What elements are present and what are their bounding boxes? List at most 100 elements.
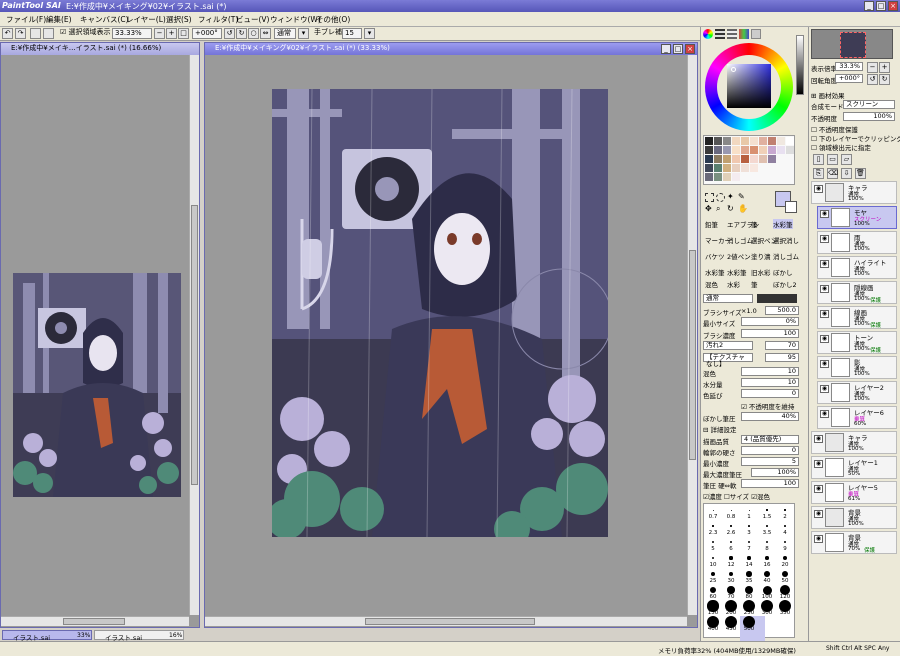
pressure-density-label[interactable]: 濃度 (709, 493, 722, 501)
palette-icon[interactable] (739, 29, 749, 39)
tab-illust-16[interactable]: イラスト.sai 16% (94, 630, 184, 642)
new-folder-icon[interactable]: ▱ (841, 154, 852, 165)
selection-display-toggle[interactable]: ☑ 選択領域表示 (58, 28, 113, 39)
layer-row[interactable]: ◉ モヤ スクリーン 100% (817, 206, 897, 229)
left-horizontal-scrollbar[interactable] (1, 616, 189, 626)
zoom-field[interactable]: 33.33% (112, 28, 152, 39)
menu-other[interactable]: その他(O) (316, 14, 350, 25)
effects-toggle[interactable]: ⊞ 画材効果 (811, 90, 845, 100)
source-checkbox[interactable]: ☐ 領域検出元に指定 (811, 142, 871, 152)
rect-select-icon[interactable] (705, 193, 714, 202)
detail-settings-toggle[interactable]: ⊟ 詳細設定 (703, 424, 737, 434)
layer-row[interactable]: ◉ キャラ 通常 100% (811, 181, 897, 204)
zoom-out-icon[interactable]: − (154, 28, 165, 39)
layer-row[interactable]: ◉ レイヤー1 通常 50% (811, 456, 897, 479)
texture-value[interactable]: 95 (765, 353, 799, 362)
visibility-eye-icon[interactable]: ◉ (814, 460, 823, 468)
tool-binary-pen[interactable]: 2値ペン (727, 251, 751, 261)
nav-angle-value[interactable]: +000° (835, 74, 863, 83)
undo-icon[interactable]: ↶ (2, 28, 13, 39)
menu-canvas[interactable]: キャンバス(C) (80, 14, 129, 25)
zoom-tool-icon[interactable]: ⌕ (716, 205, 725, 214)
density-value[interactable]: 100 (741, 329, 799, 338)
visibility-eye-icon[interactable]: ◉ (814, 485, 823, 493)
brush-blend-select[interactable]: 通常 (703, 294, 753, 303)
layer-row[interactable]: ◉ 影通常 100% (817, 356, 897, 379)
layer-row[interactable]: ◉ ハイライト 通常 100% (817, 256, 897, 279)
brush-size-value[interactable]: 500.0 (765, 306, 799, 315)
navigator-viewport[interactable] (840, 32, 866, 58)
visibility-eye-icon[interactable]: ◉ (820, 285, 829, 293)
visibility-eye-icon[interactable]: ◉ (820, 235, 829, 243)
tool-brush[interactable]: 筆 (751, 219, 758, 229)
blend-dropdown-icon[interactable]: ▾ (298, 28, 309, 39)
menu-filter[interactable]: フィルタ(T) (198, 14, 238, 25)
flip-icon[interactable]: ⇔ (260, 28, 271, 39)
lasso-icon[interactable] (716, 193, 725, 202)
layer-row[interactable]: ◉ 隠線画 通常 100% 保護 (817, 281, 897, 304)
nav-rotate-right-icon[interactable]: ↻ (879, 74, 890, 85)
layer-row[interactable]: ◉ トーン 通常 100% 保護 (817, 331, 897, 354)
visibility-eye-icon[interactable]: ◉ (820, 260, 829, 268)
rotate-right-icon[interactable]: ↻ (236, 28, 247, 39)
tool-water[interactable]: 水彩 (727, 279, 740, 289)
invert-select-icon[interactable] (43, 28, 54, 39)
tool-watercolor-2[interactable]: 水彩筆 (705, 267, 725, 277)
tool-eraser-2[interactable]: 消しゴム (773, 251, 799, 261)
delete-layer-icon[interactable]: 🗑 (855, 168, 866, 179)
brush-size-mult[interactable]: ×1.0 (741, 307, 757, 315)
stabilizer-select[interactable]: 15 (342, 28, 362, 39)
menu-window[interactable]: ウィンドウ(W) (270, 14, 321, 25)
right-vscroll-thumb[interactable] (689, 250, 696, 460)
canvas-maximize-button[interactable]: □ (673, 44, 683, 54)
nav-rotate-left-icon[interactable]: ↺ (867, 74, 878, 85)
tool-select-eraser[interactable]: 選択消し (773, 235, 799, 245)
right-hscroll-thumb[interactable] (365, 618, 535, 625)
nav-zoom-out-icon[interactable]: − (867, 62, 878, 73)
redo-icon[interactable]: ↷ (15, 28, 26, 39)
tool-brush-2[interactable]: 筆 (751, 279, 758, 289)
merge-layer-icon[interactable]: ⇩ (841, 168, 852, 179)
layer-row[interactable]: ◉ 線画 通常 100% 保護 (817, 306, 897, 329)
minimize-button[interactable]: _ (864, 1, 874, 11)
value-slider[interactable] (796, 35, 804, 95)
blend-select[interactable]: 通常 (274, 28, 296, 39)
menu-select[interactable]: 選択(S) (166, 14, 192, 25)
layer-mode-select[interactable]: スクリーン (843, 100, 895, 109)
layer-row[interactable]: ◉ 背景 通常 70% 保護 (811, 531, 897, 554)
visibility-eye-icon[interactable]: ◉ (820, 385, 829, 393)
rotation-field[interactable]: +000° (192, 28, 222, 39)
layer-row[interactable]: ◉ 背景 通常 100% (811, 506, 897, 529)
pressure-mix-label[interactable]: 混色 (757, 493, 770, 501)
left-vscroll-thumb[interactable] (191, 205, 198, 485)
swatch-icon[interactable] (751, 29, 761, 39)
menu-layer[interactable]: レイヤー(L) (126, 14, 166, 25)
zoom-in-icon[interactable]: + (166, 28, 177, 39)
tool-eraser[interactable]: 消しゴム (727, 235, 753, 245)
visibility-eye-icon[interactable]: ◉ (820, 310, 829, 318)
eyedropper-icon[interactable]: ✎ (738, 193, 747, 202)
canvas-window-left[interactable]: E:¥作成中¥メイキ…イラスト.sai (*) (16.66%) (0, 42, 200, 628)
visibility-eye-icon[interactable]: ◉ (820, 335, 829, 343)
magic-wand-icon[interactable]: ✦ (727, 193, 736, 202)
rgb-slider-icon[interactable] (715, 29, 725, 39)
clear-layer-icon[interactable]: ⌫ (827, 168, 838, 179)
visibility-eye-icon[interactable]: ◉ (820, 360, 829, 368)
tool-mix[interactable]: 混色 (705, 279, 718, 289)
rotate-tool-icon[interactable]: ↻ (727, 205, 736, 214)
layer-row[interactable]: ◉ 雨通常 100% (817, 231, 897, 254)
color-swatch-grid[interactable] (703, 135, 795, 185)
menu-file[interactable]: ファイル(F) (6, 14, 46, 25)
close-button[interactable]: × (888, 1, 898, 11)
deselect-icon[interactable] (30, 28, 41, 39)
nav-zoom-value[interactable]: 33.3% (835, 62, 863, 71)
new-layer-icon[interactable]: ▯ (813, 154, 824, 165)
brush-shape-value[interactable]: 70 (765, 341, 799, 350)
persist-value[interactable]: 0 (741, 389, 799, 398)
keep-opacity-checkbox[interactable]: ☑ 不透明度を維持 (741, 401, 794, 411)
left-hscroll-thumb[interactable] (63, 618, 125, 625)
canvas-window-right-title[interactable]: E:¥作成中¥メイキング¥02¥イラスト.sai (*) (33.33%) (205, 43, 697, 55)
texture-select[interactable]: 【テクスチャなし】 (703, 353, 753, 368)
brush-shape-select[interactable]: 汚れ2 (703, 341, 753, 350)
color-picker-cursor[interactable] (731, 67, 736, 72)
